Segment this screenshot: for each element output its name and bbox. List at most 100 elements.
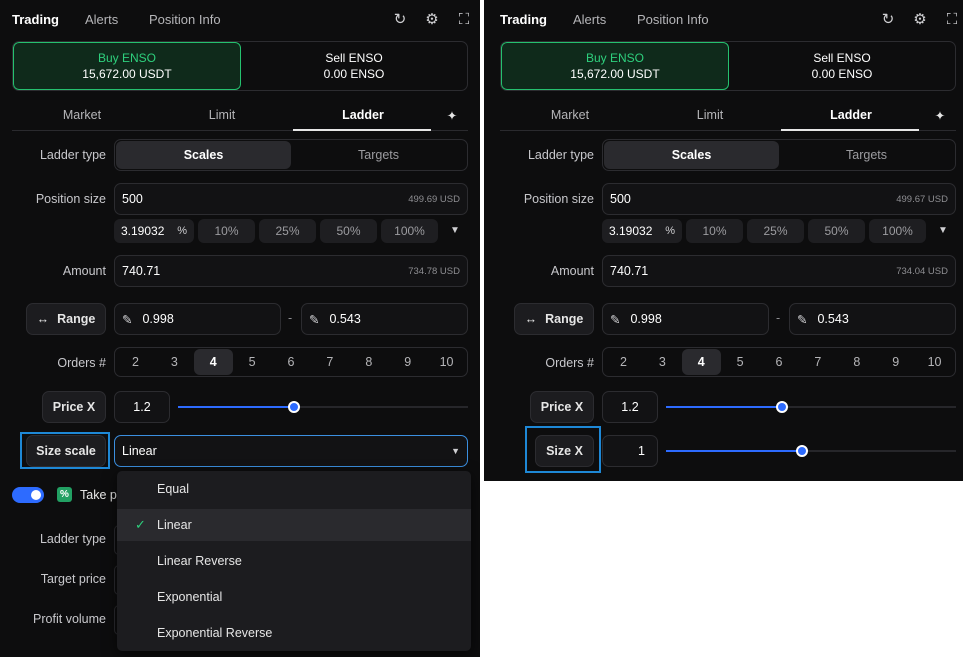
position-size-input[interactable]: 500 499.69 USD: [114, 183, 468, 215]
orders-count-selector: 2 3 4 5 6 7 8 9 10: [602, 347, 956, 377]
range-to-input[interactable]: ✎ 0.543: [301, 303, 468, 335]
orders-option[interactable]: 10: [915, 349, 954, 375]
size-scale-select[interactable]: Linear ▼: [114, 435, 468, 467]
orders-option[interactable]: 7: [310, 349, 349, 375]
chevron-down-icon[interactable]: ▼: [938, 225, 948, 236]
percent-input[interactable]: 3.19032 %: [602, 219, 682, 243]
range-to-input[interactable]: ✎ 0.543: [789, 303, 956, 335]
orders-option[interactable]: 9: [876, 349, 915, 375]
ladder-type-targets[interactable]: Targets: [291, 141, 466, 169]
fullscreen-icon[interactable]: ⛶: [454, 8, 474, 30]
percent-25-button[interactable]: 25%: [259, 219, 316, 243]
range-from-value: 0.998: [142, 312, 174, 326]
buy-button[interactable]: Buy ENSO 15,672.00 USDT: [501, 42, 729, 90]
orders-option[interactable]: 5: [233, 349, 272, 375]
buy-button[interactable]: Buy ENSO 15,672.00 USDT: [13, 42, 241, 90]
amount-input[interactable]: 740.71 734.78 USD: [114, 255, 468, 287]
percent-50-button[interactable]: 50%: [808, 219, 865, 243]
dropdown-option-linear[interactable]: ✓ Linear: [117, 509, 471, 541]
orders-option[interactable]: 8: [349, 349, 388, 375]
range-button[interactable]: ↔ Range: [514, 303, 594, 335]
orders-option-selected[interactable]: 4: [193, 349, 233, 375]
sell-amount: 0.00 ENSO: [811, 67, 873, 81]
slider-knob[interactable]: [776, 401, 788, 413]
size-x-slider[interactable]: [666, 445, 956, 457]
tab-market[interactable]: Market: [520, 108, 620, 122]
price-x-input[interactable]: 1.2: [114, 391, 170, 423]
price-x-button[interactable]: Price X: [42, 391, 106, 423]
price-x-slider[interactable]: [178, 401, 468, 413]
range-from-value: 0.998: [630, 312, 662, 326]
size-x-button[interactable]: Size X: [535, 435, 594, 467]
position-size-input[interactable]: 500 499.67 USD: [602, 183, 956, 215]
tab-ladder[interactable]: Ladder: [801, 108, 901, 122]
range-from-input[interactable]: ✎ 0.998: [114, 303, 281, 335]
price-x-button[interactable]: Price X: [530, 391, 594, 423]
tab-ladder[interactable]: Ladder: [313, 108, 413, 122]
orders-option[interactable]: 9: [388, 349, 427, 375]
percent-checkbox[interactable]: %: [57, 487, 72, 502]
tab-limit[interactable]: Limit: [172, 108, 272, 122]
orders-option[interactable]: 3: [155, 349, 194, 375]
take-profit-toggle[interactable]: [12, 487, 44, 503]
fullscreen-icon[interactable]: ⛶: [942, 8, 962, 30]
eyedropper-icon[interactable]: ✎: [610, 312, 620, 327]
range-from-input[interactable]: ✎ 0.998: [602, 303, 769, 335]
ladder-type-targets[interactable]: Targets: [779, 141, 954, 169]
orders-option[interactable]: 2: [604, 349, 643, 375]
tab-alerts[interactable]: Alerts: [573, 12, 606, 27]
tab-trading[interactable]: Trading: [500, 12, 547, 27]
dropdown-option-linear-reverse[interactable]: Linear Reverse: [117, 545, 471, 577]
slider-knob[interactable]: [796, 445, 809, 457]
eyedropper-icon[interactable]: ✎: [309, 312, 319, 327]
percent-10-button[interactable]: 10%: [198, 219, 255, 243]
range-button[interactable]: ↔ Range: [26, 303, 106, 335]
orders-option[interactable]: 2: [116, 349, 155, 375]
price-x-input[interactable]: 1.2: [602, 391, 658, 423]
orders-option[interactable]: 5: [721, 349, 760, 375]
tab-alerts[interactable]: Alerts: [85, 12, 118, 27]
percent-input[interactable]: 3.19032 %: [114, 219, 194, 243]
price-x-slider[interactable]: [666, 401, 956, 413]
eyedropper-icon[interactable]: ✎: [797, 312, 807, 327]
eyedropper-icon[interactable]: ✎: [122, 312, 132, 327]
dropdown-option-exponential[interactable]: Exponential: [117, 581, 471, 613]
orders-option[interactable]: 7: [798, 349, 837, 375]
gear-icon[interactable]: ⚙: [422, 8, 442, 30]
percent-50-button[interactable]: 50%: [320, 219, 377, 243]
tab-position-info[interactable]: Position Info: [637, 12, 709, 27]
orders-option[interactable]: 8: [837, 349, 876, 375]
dropdown-option-equal[interactable]: Equal: [117, 473, 471, 505]
percent-100-button[interactable]: 100%: [869, 219, 926, 243]
percent-25-button[interactable]: 25%: [747, 219, 804, 243]
slider-knob[interactable]: [288, 401, 300, 413]
position-size-value: 500: [122, 192, 143, 206]
orders-option[interactable]: 6: [760, 349, 799, 375]
percent-100-button[interactable]: 100%: [381, 219, 438, 243]
tab-position-info[interactable]: Position Info: [149, 12, 221, 27]
chevron-down-icon[interactable]: ▼: [450, 225, 460, 236]
sell-button[interactable]: Sell ENSO 0.00 ENSO: [241, 42, 467, 90]
tab-trading[interactable]: Trading: [12, 12, 59, 27]
size-scale-button[interactable]: Size scale: [26, 435, 106, 467]
ladder-type-scales[interactable]: Scales: [116, 141, 291, 169]
dropdown-option-exponential-reverse[interactable]: Exponential Reverse: [117, 617, 471, 649]
slider-fill: [666, 406, 782, 408]
sparkle-icon[interactable]: ✦: [442, 108, 462, 123]
orders-option[interactable]: 3: [643, 349, 682, 375]
refresh-icon[interactable]: ↻: [390, 8, 410, 30]
orders-option-selected[interactable]: 4: [681, 349, 721, 375]
orders-option[interactable]: 10: [427, 349, 466, 375]
tab-limit[interactable]: Limit: [660, 108, 760, 122]
orders-label: Orders #: [57, 356, 106, 370]
sell-button[interactable]: Sell ENSO 0.00 ENSO: [729, 42, 955, 90]
refresh-icon[interactable]: ↻: [878, 8, 898, 30]
size-x-input[interactable]: 1: [602, 435, 658, 467]
tab-market[interactable]: Market: [32, 108, 132, 122]
percent-10-button[interactable]: 10%: [686, 219, 743, 243]
sparkle-icon[interactable]: ✦: [930, 108, 950, 123]
orders-option[interactable]: 6: [272, 349, 311, 375]
amount-input[interactable]: 740.71 734.04 USD: [602, 255, 956, 287]
gear-icon[interactable]: ⚙: [910, 8, 930, 30]
ladder-type-scales[interactable]: Scales: [604, 141, 779, 169]
